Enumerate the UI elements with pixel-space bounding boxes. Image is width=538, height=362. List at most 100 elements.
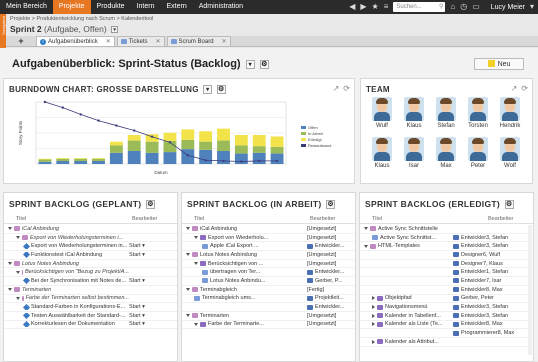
table-row[interactable]: Active Sync Schnittstelle <box>360 225 533 234</box>
col-title[interactable]: Titel <box>360 216 488 222</box>
table-row[interactable]: Export von Wiederholu... [Umgesetzt] <box>182 234 355 243</box>
table-row[interactable]: Farbe der Terminarten selbst bestimmen..… <box>4 295 177 304</box>
team-member-name[interactable]: Wulf <box>368 123 396 129</box>
avatar[interactable] <box>468 137 488 161</box>
table-row[interactable]: Programmierer8, Max <box>360 329 533 338</box>
collapse-icon[interactable]: ≡ <box>384 0 389 14</box>
table-row[interactable]: übertragen von Ter... Entwickler... <box>182 268 355 278</box>
expand-chevron-icon[interactable] <box>372 305 375 310</box>
table-row[interactable]: Entwickler1, Stefan <box>360 268 533 278</box>
user-name[interactable]: Lucy Meier <box>491 4 525 11</box>
col-assignee[interactable]: Bearbeiter <box>310 216 355 222</box>
expand-chevron-icon[interactable] <box>8 227 12 231</box>
expand-chevron-icon[interactable] <box>16 236 20 240</box>
table-row[interactable]: Active Sync Schnittst... Entwickler3, Ste… <box>360 234 533 243</box>
team-member-name[interactable]: Stefan <box>432 123 460 129</box>
tab-tickets[interactable]: Tickets ✕ <box>116 36 165 46</box>
close-tab-icon[interactable]: ✕ <box>222 38 227 45</box>
expand-chevron-icon[interactable] <box>186 253 190 257</box>
avatar[interactable] <box>404 137 424 161</box>
avatar[interactable] <box>372 97 392 121</box>
user-menu-chevron-icon[interactable]: ▾ <box>530 0 534 14</box>
avatar[interactable] <box>500 137 520 161</box>
breadcrumb[interactable]: Projekte > Produktentwicklung nach Scrum… <box>10 16 153 22</box>
table-row[interactable]: Standard-Farben in Konfigurations-E... St… <box>4 303 177 312</box>
expand-chevron-icon[interactable] <box>372 313 375 318</box>
col-assignee[interactable]: Bearbeiter <box>132 216 177 222</box>
table-row[interactable]: Testen Auswählbarkeit der Standard-... St… <box>4 312 177 321</box>
table-row[interactable]: Terminarten [Umgesetzt] <box>182 312 355 321</box>
row-assignee-text[interactable]: Start ▾ <box>129 243 145 249</box>
expand-chevron-icon[interactable] <box>194 262 198 266</box>
table-row[interactable]: Funktionstest iCal Anbindung Start ▾ <box>4 251 177 260</box>
row-assignee-text[interactable]: Start ▾ <box>129 252 145 258</box>
expand-chevron-icon[interactable] <box>364 227 368 231</box>
table-row[interactable]: Lotus Notes Anbindung <box>4 260 177 269</box>
nav-extern[interactable]: Extern <box>160 0 192 14</box>
close-tab-icon[interactable]: ✕ <box>156 38 161 45</box>
table-row[interactable]: Lotus Notes Anbindung [Umgesetzt] <box>182 251 355 260</box>
table-row[interactable]: Export von Wiederholungsterminen in... St… <box>4 242 177 252</box>
table-row[interactable]: Terminabgleich ums... Projektleit... <box>182 295 355 304</box>
table-row[interactable]: Designer6, Wulf <box>360 251 533 260</box>
table-row[interactable]: Korrekturlesen der Dokumentation Start ▾ <box>4 321 177 330</box>
col-title[interactable]: Titel <box>182 216 310 222</box>
table-row[interactable]: Terminarten <box>4 286 177 295</box>
col-title[interactable]: Titel <box>4 216 132 222</box>
home-icon[interactable]: ⌂ <box>450 0 455 14</box>
expand-chevron-icon[interactable] <box>8 288 12 292</box>
avatar[interactable] <box>372 137 392 161</box>
nav-administration[interactable]: Administration <box>193 0 249 14</box>
favorite-star-icon[interactable]: ★ <box>372 0 379 14</box>
row-assignee-text[interactable]: Start ▾ <box>129 304 145 310</box>
table-row[interactable]: Berücksichtigen von ... [Umgesetzt] <box>182 260 355 269</box>
table-row[interactable]: Designer7, Klaus <box>360 260 533 269</box>
team-member-name[interactable]: Wolf <box>496 163 524 169</box>
team-member-name[interactable]: Torsten <box>464 123 492 129</box>
sprint-dropdown-icon[interactable]: ▾ <box>111 26 119 34</box>
clock-icon[interactable]: ◷ <box>460 0 467 14</box>
expand-chevron-icon[interactable] <box>364 244 368 248</box>
expand-chevron-icon[interactable] <box>186 288 190 292</box>
gear-icon[interactable]: ⚙ <box>146 200 156 210</box>
table-row[interactable]: Kalender in Tabellenf... Entwickler3, Ste… <box>360 312 533 321</box>
team-member-name[interactable]: Isar <box>400 163 428 169</box>
expand-chevron-icon[interactable] <box>186 227 190 231</box>
refresh-icon[interactable]: ⟳ <box>521 84 528 93</box>
table-row[interactable]: Entwickler7, Isar <box>360 277 533 286</box>
back-icon[interactable]: ◀ <box>349 0 355 14</box>
table-row[interactable]: iCal Anbindung <box>4 225 177 234</box>
avatar[interactable] <box>404 97 424 121</box>
table-row[interactable]: HTML-Templates Entwickler3, Stefan <box>360 242 533 252</box>
avatar[interactable] <box>500 97 520 121</box>
new-button[interactable]: Neu <box>474 58 524 70</box>
expand-chevron-icon[interactable] <box>372 339 375 344</box>
gear-icon[interactable]: ⚙ <box>326 200 336 210</box>
table-row[interactable]: Export von Wiederholungsterminen i... <box>4 234 177 243</box>
table-row[interactable]: Berücksichtigen von "Bezug zu Projekt/A.… <box>4 268 177 278</box>
view-dropdown-icon[interactable]: ▾ <box>245 59 255 69</box>
table-row[interactable]: Bei der Synchronisation mit Notes de... S… <box>4 277 177 286</box>
table-row[interactable]: Kalender als Liste (Te... Entwickler8, Ma… <box>360 321 533 330</box>
team-member-name[interactable]: Max <box>432 163 460 169</box>
avatar[interactable] <box>436 97 456 121</box>
team-member-name[interactable]: Peter <box>464 163 492 169</box>
team-member-name[interactable]: Klaus <box>400 123 428 129</box>
add-tab-button[interactable]: + <box>6 36 36 46</box>
expand-chevron-icon[interactable] <box>372 296 375 301</box>
expand-chevron-icon[interactable] <box>194 236 198 240</box>
refresh-icon[interactable]: ⟳ <box>343 84 350 93</box>
expand-chevron-icon[interactable] <box>16 270 20 274</box>
table-row[interactable]: Farbe der Terminarte... [Umgesetzt] <box>182 321 355 330</box>
col-assignee[interactable]: Bearbeiter <box>488 216 533 222</box>
expand-chevron-icon[interactable] <box>8 262 12 266</box>
row-assignee-text[interactable]: Start ▾ <box>129 321 145 327</box>
table-row[interactable]: Navigationsmenü Entwickler3, Stefan <box>360 303 533 312</box>
expand-chevron-icon[interactable] <box>194 322 198 326</box>
row-assignee-text[interactable]: Start ▾ <box>129 278 145 284</box>
search-input[interactable]: Suchen... ⚲ <box>393 2 446 12</box>
table-row[interactable]: iCal Anbindung [Umgesetzt] <box>182 225 355 234</box>
nav-mein-bereich[interactable]: Mein Bereich <box>0 0 53 14</box>
nav-intern[interactable]: Intern <box>131 0 161 14</box>
nav-projekte[interactable]: Projekte <box>52 0 91 14</box>
